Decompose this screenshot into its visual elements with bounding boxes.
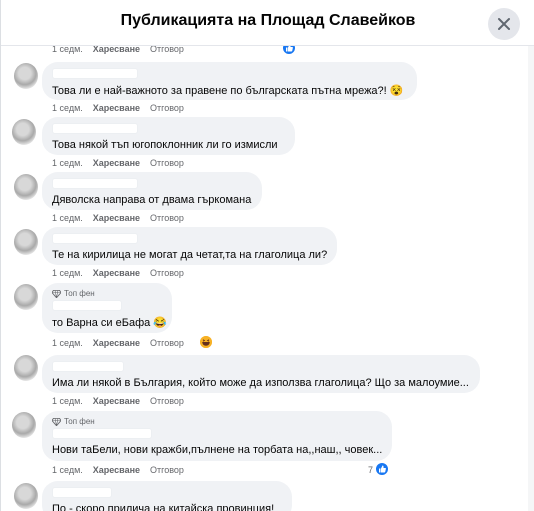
like-reaction-icon[interactable]: [375, 462, 389, 476]
comment-text: Нови таБели, нови кражби,пълнене на торб…: [52, 444, 383, 456]
badge-label: Топ фен: [64, 417, 95, 426]
top-fan-badge[interactable]: Топ фен: [52, 289, 162, 298]
avatar[interactable]: [14, 229, 38, 255]
close-button[interactable]: [488, 8, 520, 40]
comment-bubble: Дяволска направа от двама гъркомана: [42, 172, 262, 210]
author-name[interactable]: [52, 300, 122, 311]
comment-bubble: Те на кирилица не могат да четат,та на г…: [42, 227, 337, 265]
reply-button[interactable]: Отговор: [150, 465, 184, 475]
like-button[interactable]: Харесване: [93, 338, 140, 348]
comment-meta: 1 седм. Харесване Отговор: [52, 158, 194, 168]
author-name[interactable]: [52, 178, 138, 189]
comment-meta: 1 седм. Харесване Отговор: [52, 213, 194, 223]
reply-button[interactable]: Отговор: [150, 396, 184, 406]
comment-text: Дяволска направа от двама гъркомана: [52, 194, 252, 206]
author-name[interactable]: [52, 428, 152, 439]
comments-list[interactable]: 1 седм. Харесване Отговор Това ли е най-…: [1, 0, 534, 511]
reply-button[interactable]: Отговор: [150, 268, 184, 278]
reaction-count[interactable]: 7: [368, 465, 373, 475]
like-button[interactable]: Харесване: [93, 268, 140, 278]
avatar[interactable]: [14, 174, 38, 200]
badge-label: Топ фен: [64, 289, 95, 298]
like-button[interactable]: Харесване: [93, 158, 140, 168]
comment-text: По - скоро прилича на китайска провинция…: [52, 503, 275, 511]
comment-meta: 1 седм. Харесване Отговор: [52, 465, 194, 475]
author-name[interactable]: [52, 487, 112, 498]
comment-bubble: Топ фен Нови таБели, нови кражби,пълнене…: [42, 411, 392, 461]
comment-time[interactable]: 1 седм.: [52, 103, 83, 113]
top-fan-gem-icon: [52, 289, 61, 298]
like-button[interactable]: Харесване: [93, 103, 140, 113]
comment-bubble: Има ли някой в България, който може да и…: [42, 355, 480, 393]
comment-meta: 1 седм. Харесване Отговор: [52, 396, 194, 406]
avatar[interactable]: [14, 63, 38, 89]
avatar[interactable]: [12, 412, 36, 438]
comment-bubble: Топ фен то Варна си еБафа 😂: [42, 283, 172, 333]
avatar[interactable]: [12, 119, 36, 145]
comment-bubble: Това ли е най-важното за правене по бълг…: [42, 62, 417, 100]
comment-meta: 1 седм. Харесване Отговор: [52, 338, 194, 348]
comment-text: Има ли някой в България, който може да и…: [52, 377, 469, 389]
comment-time[interactable]: 1 седм.: [52, 158, 83, 168]
avatar[interactable]: [14, 483, 38, 509]
comment-text: Те на кирилица не могат да четат,та на г…: [52, 249, 328, 261]
comment-text: Това някой тъп югопоклонник ли го измисл…: [52, 139, 278, 151]
comment-meta: 1 седм. Харесване Отговор: [52, 268, 194, 278]
close-icon: [498, 18, 510, 30]
reply-button[interactable]: Отговор: [150, 338, 184, 348]
author-name[interactable]: [52, 68, 138, 79]
haha-reaction-icon[interactable]: [199, 335, 213, 349]
comment-text: Това ли е най-важното за правене по бълг…: [52, 85, 404, 97]
author-name[interactable]: [52, 361, 124, 372]
comment-time[interactable]: 1 седм.: [52, 396, 83, 406]
comment-time[interactable]: 1 седм.: [52, 213, 83, 223]
author-name[interactable]: [52, 123, 138, 134]
reply-button[interactable]: Отговор: [150, 103, 184, 113]
top-fan-badge[interactable]: Топ фен: [52, 417, 382, 426]
comment-text: то Варна си еБафа 😂: [52, 317, 167, 329]
post-dialog: 1 седм. Харесване Отговор Това ли е най-…: [0, 0, 534, 511]
comment-time[interactable]: 1 седм.: [52, 338, 83, 348]
author-name[interactable]: [52, 233, 138, 244]
comment-meta: 1 седм. Харесване Отговор: [52, 103, 194, 113]
dialog-title: Публикацията на Площад Славейков: [120, 12, 416, 29]
reply-button[interactable]: Отговор: [150, 158, 184, 168]
comment-time[interactable]: 1 седм.: [52, 268, 83, 278]
dialog-header: Публикацията на Площад Славейков: [1, 0, 534, 46]
like-button[interactable]: Харесване: [93, 396, 140, 406]
avatar[interactable]: [14, 284, 38, 310]
scrollbar[interactable]: [528, 46, 534, 511]
comment-bubble: По - скоро прилича на китайска провинция…: [42, 481, 292, 511]
top-fan-gem-icon: [52, 417, 61, 426]
like-button[interactable]: Харесване: [93, 213, 140, 223]
like-button[interactable]: Харесване: [93, 465, 140, 475]
comment-time[interactable]: 1 седм.: [52, 465, 83, 475]
avatar[interactable]: [14, 355, 38, 381]
comment-bubble: Това някой тъп югопоклонник ли го измисл…: [42, 117, 295, 155]
reply-button[interactable]: Отговор: [150, 213, 184, 223]
